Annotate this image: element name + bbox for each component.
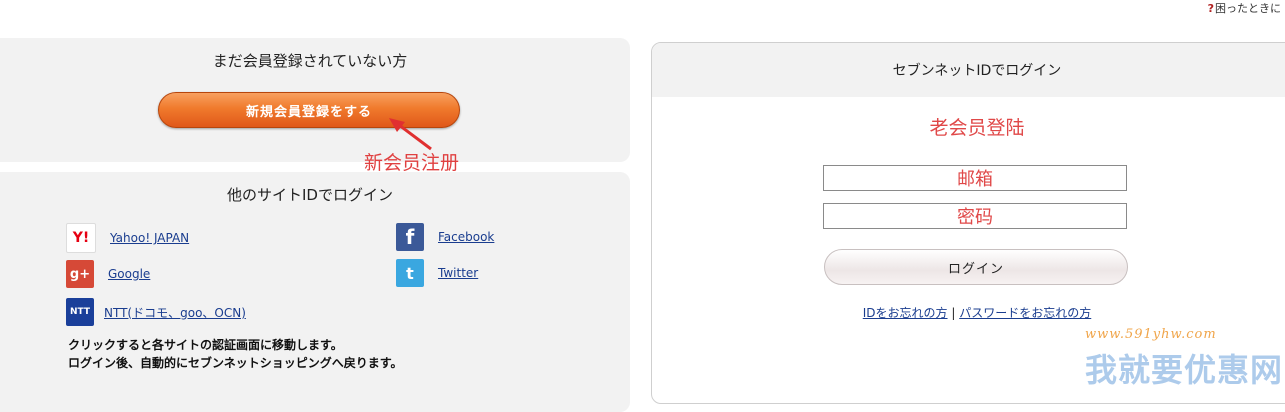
help-label: 困ったときに — [1215, 2, 1281, 15]
register-panel: まだ会員登録されていない方 新規会員登録をする — [0, 38, 630, 162]
watermark-logo: 我就要优惠网 — [1085, 351, 1284, 389]
password-annotation: 密码 — [957, 207, 993, 228]
facebook-icon: f — [396, 223, 424, 251]
ntt-icon: NTT — [66, 298, 94, 326]
yahoo-login[interactable]: Y! Yahoo! JAPAN — [66, 223, 189, 253]
google-link[interactable]: Google — [108, 267, 150, 281]
yahoo-icon: Y! — [66, 223, 96, 253]
ntt-login[interactable]: NTT NTT(ドコモ、goo、OCN) — [66, 298, 246, 326]
forgot-id-link[interactable]: IDをお忘れの方 — [863, 306, 948, 320]
twitter-icon: t — [396, 259, 424, 287]
question-icon: ? — [1207, 2, 1214, 15]
password-field[interactable]: 密码 — [823, 203, 1127, 229]
register-annotation: 新会员注册 — [364, 152, 460, 174]
google-icon: g+ — [66, 260, 94, 288]
twitter-link[interactable]: Twitter — [438, 266, 478, 280]
help-link[interactable]: ?困ったときに — [1208, 0, 1281, 16]
forgot-links: IDをお忘れの方 | パスワードをお忘れの方 — [652, 304, 1285, 321]
email-field[interactable]: 邮箱 — [823, 165, 1127, 191]
arrow-annotation-icon — [389, 118, 432, 151]
login-button[interactable]: ログイン — [824, 249, 1128, 285]
google-login[interactable]: g+ Google — [66, 260, 150, 288]
email-annotation: 邮箱 — [957, 169, 993, 190]
login-title: セブンネットIDでログイン — [652, 43, 1285, 97]
register-title: まだ会員登録されていない方 — [212, 52, 408, 70]
ntt-link[interactable]: NTT(ドコモ、goo、OCN) — [104, 304, 246, 321]
watermark-url: www.591yhw.com — [1085, 327, 1217, 342]
facebook-login[interactable]: f Facebook — [396, 223, 494, 251]
twitter-login[interactable]: t Twitter — [396, 259, 478, 287]
note-line-2: ログイン後、自動的にセブンネットショッピングへ戻ります。 — [68, 356, 403, 370]
yahoo-link[interactable]: Yahoo! JAPAN — [110, 231, 189, 245]
facebook-link[interactable]: Facebook — [438, 230, 494, 244]
login-annotation: 老会员登陆 — [929, 117, 1025, 139]
note-line-1: クリックすると各サイトの認証画面に移動します。 — [68, 338, 343, 352]
forgot-separator: | — [951, 306, 956, 320]
forgot-password-link[interactable]: パスワードをお忘れの方 — [959, 306, 1091, 320]
social-login-note: クリックすると各サイトの認証画面に移動します。 ログイン後、自動的にセブンネット… — [68, 336, 403, 372]
social-login-title: 他のサイトIDでログイン — [227, 186, 393, 204]
social-login-panel: 他のサイトIDでログイン — [0, 172, 630, 412]
